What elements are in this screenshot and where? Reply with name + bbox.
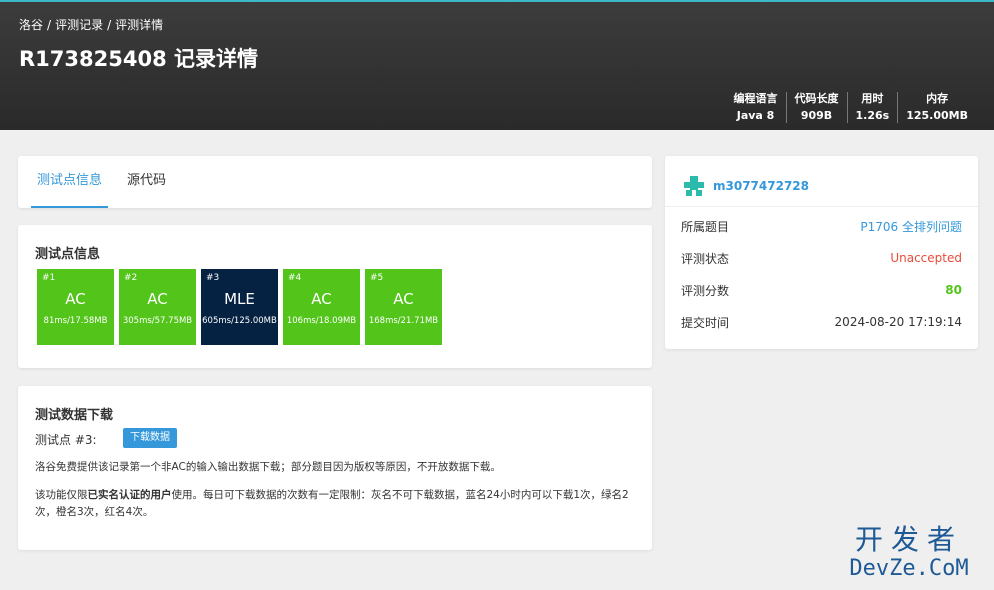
info-row-problem: 所属题目 P1706 全排列问题	[681, 216, 962, 236]
breadcrumb-separator: /	[47, 18, 52, 32]
testcase-number: #1	[42, 273, 56, 283]
problem-link[interactable]: P1706 全排列问题	[860, 218, 962, 235]
stat-code-length: 代码长度 909B	[785, 92, 847, 123]
testcase-status: MLE	[224, 290, 255, 308]
record-info-card: m3077472728 所属题目 P1706 全排列问题 评测状态 Unacce…	[665, 156, 978, 349]
testcase-time-memory: 106ms/18.09MB	[286, 316, 357, 326]
breadcrumb-records-link[interactable]: 评测记录	[55, 18, 103, 32]
testcase-status: AC	[311, 290, 332, 308]
divider	[665, 206, 978, 207]
info-key: 所属题目	[681, 219, 730, 234]
testcase-time-memory: 305ms/57.75MB	[122, 316, 193, 326]
stat-value: 1.26s	[855, 109, 890, 122]
page-title: R173825408 记录详情	[19, 47, 258, 71]
stat-value: Java 8	[736, 109, 775, 122]
info-key: 评测分数	[681, 283, 730, 298]
tab-source-code[interactable]: 源代码	[121, 156, 172, 208]
stat-label: 编程语言	[733, 92, 778, 105]
record-stats: 编程语言 Java 8 代码长度 909B 用时 1.26s 内存 125.00…	[726, 92, 976, 123]
testcase-number: #4	[288, 273, 302, 283]
download-data-button[interactable]: 下载数据	[123, 428, 177, 448]
testcase-number: #2	[124, 273, 138, 283]
status-value: Unaccepted	[890, 251, 962, 265]
testcase-time-memory: 81ms/17.58MB	[43, 316, 108, 326]
page-header: 洛谷 / 评测记录 / 评测详情 R173825408 记录详情 编程语言 Java 8…	[0, 2, 994, 130]
stat-memory: 内存 125.00MB	[897, 92, 976, 123]
download-note: 洛谷免费提供该记录第一个非AC的输入输出数据下载；部分题目因为版权等原因，不开放…	[35, 461, 501, 473]
info-key: 评测状态	[681, 251, 730, 266]
download-card: 测试数据下载 测试点 #3: 下载数据 洛谷免费提供该记录第一个非AC的输入输出…	[18, 386, 652, 550]
stat-value: 125.00MB	[906, 109, 968, 122]
stat-time: 用时 1.26s	[846, 92, 898, 123]
breadcrumb-home-link[interactable]: 洛谷	[19, 18, 43, 32]
stat-label: 用时	[861, 92, 884, 105]
breadcrumb: 洛谷 / 评测记录 / 评测详情	[19, 16, 163, 33]
testcase-status: AC	[147, 290, 168, 308]
info-row-score: 评测分数 80	[681, 280, 962, 300]
testcase-time-memory: 605ms/125.00MB	[202, 316, 277, 326]
stat-label: 内存	[926, 92, 949, 105]
note-text: 该功能仅限	[35, 489, 88, 501]
watermark-line1: 开发者	[854, 523, 963, 556]
note-emphasis: 已实名认证的用户	[87, 489, 172, 501]
breadcrumb-separator: /	[107, 18, 112, 32]
tab-testcases[interactable]: 测试点信息	[31, 156, 109, 208]
stat-language: 编程语言 Java 8	[726, 92, 786, 123]
user-link[interactable]: m3077472728	[681, 173, 809, 199]
download-point-label: 测试点 #3:	[35, 433, 97, 447]
testcase-tile[interactable]: #5 AC 168ms/21.71MB	[365, 269, 442, 345]
download-restriction-note: 该功能仅限已实名认证的用户使用。每日可下载数据的次数有一定限制：灰名不可下载数据…	[35, 487, 635, 521]
info-row-status: 评测状态 Unaccepted	[681, 248, 962, 268]
tabs-card: 测试点信息 源代码	[18, 156, 652, 208]
watermark-logo: 开发者 DevZe.CoM	[834, 524, 984, 582]
username: m3077472728	[713, 179, 809, 193]
breadcrumb-current[interactable]: 评测详情	[115, 18, 163, 32]
testcases-card: 测试点信息 #1 AC 81ms/17.58MB #2 AC 305ms/57.…	[18, 225, 652, 368]
testcase-number: #3	[206, 273, 220, 283]
testcases-title: 测试点信息	[35, 247, 101, 262]
info-key: 提交时间	[681, 315, 730, 330]
download-title: 测试数据下载	[35, 408, 114, 423]
stat-label: 代码长度	[794, 92, 839, 105]
testcase-number: #5	[370, 273, 384, 283]
testcase-tile[interactable]: #1 AC 81ms/17.58MB	[37, 269, 114, 345]
stat-value: 909B	[800, 109, 833, 122]
user-avatar-icon	[681, 173, 707, 199]
score-value: 80	[945, 283, 962, 297]
watermark-line2: DevZe.CoM	[849, 556, 969, 581]
testcase-tile[interactable]: #3 MLE 605ms/125.00MB	[201, 269, 278, 345]
testcase-time-memory: 168ms/21.71MB	[368, 316, 439, 326]
testcase-tile[interactable]: #4 AC 106ms/18.09MB	[283, 269, 360, 345]
submit-time-value: 2024-08-20 17:19:14	[834, 315, 962, 329]
info-row-submit-time: 提交时间 2024-08-20 17:19:14	[681, 312, 962, 332]
testcase-tile[interactable]: #2 AC 305ms/57.75MB	[119, 269, 196, 345]
testcase-status: AC	[393, 290, 414, 308]
testcase-list: #1 AC 81ms/17.58MB #2 AC 305ms/57.75MB #…	[37, 269, 442, 345]
testcase-status: AC	[65, 290, 86, 308]
